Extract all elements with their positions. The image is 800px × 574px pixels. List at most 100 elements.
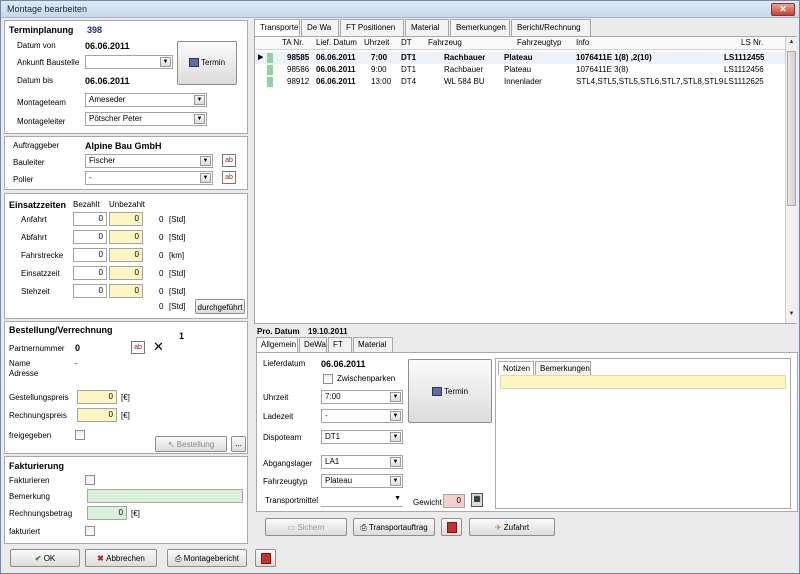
abbrechen-button[interactable]: ✖ Abbrechen: [85, 549, 157, 567]
gestellungspreis-label: Gestellungspreis: [9, 393, 69, 402]
detail-termin-button[interactable]: Termin: [408, 359, 492, 423]
zufahrt-button[interactable]: ✈ Zufahrt: [469, 518, 555, 536]
rechnungspreis-input[interactable]: 0: [77, 408, 117, 422]
clear-partner-icon[interactable]: ✕: [153, 339, 164, 355]
ok-button[interactable]: ✔ OK: [10, 549, 80, 567]
calendar-icon: [431, 387, 442, 397]
termin-button[interactable]: Termin: [177, 41, 237, 85]
transportmittel-dropdown[interactable]: ▼: [321, 493, 403, 507]
gestellungspreis-input[interactable]: 0: [77, 390, 117, 404]
bestellung-heading: Bestellung/Verrechnung: [9, 325, 113, 335]
unbezahlt-input[interactable]: 0: [109, 248, 143, 262]
tab-allgemein[interactable]: Allgemein: [256, 337, 298, 353]
fahrzeugtyp-label: Fahrzeugtyp: [263, 477, 308, 486]
polier-value: -: [89, 173, 92, 182]
unbezahlt-input[interactable]: 0: [109, 230, 143, 244]
durchgefuehrt-button[interactable]: durchgeführt: [195, 299, 245, 314]
cell-info: 1076411E 1(8) ,2(10): [576, 53, 652, 62]
fakturiert-checkbox[interactable]: [85, 526, 95, 536]
bezahlt-input[interactable]: 0: [73, 284, 107, 298]
edit-contact-icon[interactable]: ab: [222, 154, 236, 167]
adresse-label: Adresse: [9, 369, 39, 378]
bemerkung-input[interactable]: [87, 489, 243, 503]
einsatzzeiten-heading: Einsatzzeiten: [9, 200, 67, 210]
tab-ft-positionen[interactable]: FT Positionen: [340, 19, 404, 36]
unbezahlt-input[interactable]: 0: [109, 212, 143, 226]
scroll-up-icon[interactable]: ▲: [787, 39, 796, 49]
cell-ls: LS1112625: [724, 77, 764, 86]
dispoteam-dropdown[interactable]: DT1 ▼: [321, 430, 403, 444]
zwischenparken-checkbox[interactable]: [323, 374, 333, 384]
freigegeben-label: freigegeben: [9, 431, 52, 440]
polier-dropdown[interactable]: - ▼: [85, 171, 213, 185]
fahrzeugtyp-dropdown[interactable]: Plateau ▼: [321, 474, 403, 488]
uhrzeit-dropdown[interactable]: 7:00 ▼: [321, 390, 403, 404]
cell-info: STL4,STL5,STL5,STL6,STL7,STL8,STL9: [576, 77, 724, 86]
calculator-icon[interactable]: ▦: [471, 493, 483, 507]
ladezeit-dropdown[interactable]: - ▼: [321, 409, 403, 423]
scroll-down-icon[interactable]: ▼: [787, 311, 796, 321]
ankunft-dropdown[interactable]: ▼: [85, 55, 173, 69]
ankunft-label: Ankunft Baustelle: [17, 58, 80, 67]
einsatz-sum-total: 0: [159, 302, 164, 311]
tab-notes-bemerkungen[interactable]: Bemerkungen: [535, 361, 591, 375]
bezahlt-input[interactable]: 0: [73, 230, 107, 244]
bestellung-button[interactable]: ↖ Bestellung: [155, 436, 227, 452]
edit-contact-icon[interactable]: ab: [222, 171, 236, 184]
freigegeben-checkbox[interactable]: [75, 430, 85, 440]
gewicht-input[interactable]: 0: [443, 494, 465, 508]
montageleiter-dropdown[interactable]: Pötscher Peter ▼: [85, 112, 207, 126]
einsatz-row-total: 0: [159, 287, 164, 296]
tab-transporte[interactable]: Transporte: [254, 19, 300, 37]
table-row[interactable]: 98912 06.06.2011 13:00 DT4 WL 584 BU Innenlad…: [255, 76, 785, 88]
scroll-thumb[interactable]: [787, 51, 796, 206]
pro-datum-label: Pro. Datum: [257, 327, 300, 336]
table-row[interactable]: ▶ 98585 06.06.2011 7:00 DT1 Rachbauer Plateau 1…: [255, 52, 785, 64]
tab-detail-material[interactable]: Material: [353, 337, 393, 352]
bauleiter-dropdown[interactable]: Fischer ▼: [85, 154, 213, 168]
tab-bericht-rechnung[interactable]: Bericht/Rechnung: [511, 19, 591, 36]
edit-partner-icon[interactable]: ab: [131, 341, 145, 354]
chevron-down-icon: ▼: [390, 392, 401, 402]
rechnungsbetrag-input[interactable]: 0: [87, 506, 127, 520]
pdf-icon: [446, 522, 457, 533]
bezahlt-input[interactable]: 0: [73, 248, 107, 262]
transportmittel-label: Transportmittel: [265, 496, 319, 505]
notizen-textarea[interactable]: [500, 375, 786, 389]
montagebericht-label: Montagebericht: [183, 554, 239, 563]
bestellung-count: 1: [179, 331, 185, 341]
table-scrollbar[interactable]: ▲ ▼: [785, 37, 797, 323]
chevron-down-icon: ▼: [194, 114, 205, 124]
cell-fahrzeug: Rachbauer: [444, 53, 486, 62]
cell-info: 1076411E 3(8): [576, 65, 629, 74]
terminplanung-heading: Terminplanung: [9, 25, 74, 35]
abgangslager-dropdown[interactable]: LA1 ▼: [321, 455, 403, 469]
pdf-icon: [260, 553, 271, 564]
fakturieren-checkbox[interactable]: [85, 475, 95, 485]
bestellung-more-button[interactable]: ...: [231, 436, 246, 452]
montageteam-dropdown[interactable]: Ameseder ▼: [85, 93, 207, 107]
tab-ft[interactable]: FT: [328, 337, 352, 352]
dispoteam-value: DT1: [325, 432, 341, 441]
unbezahlt-input[interactable]: 0: [109, 266, 143, 280]
unbezahlt-input[interactable]: 0: [109, 284, 143, 298]
sichern-button[interactable]: ▭ Sichern: [265, 518, 347, 536]
tab-dewa[interactable]: DeWa: [299, 337, 327, 352]
table-row[interactable]: 98586 06.06.2011 9:00 DT1 Rachbauer Plateau 10…: [255, 64, 785, 76]
tab-material[interactable]: Material: [405, 19, 449, 36]
pdf-button[interactable]: [441, 518, 462, 536]
bezahlt-header: Bezahlt: [73, 200, 100, 209]
einsatz-row-unit: [Std]: [169, 233, 186, 242]
montagebericht-button[interactable]: ⎙ Montagebericht: [167, 549, 247, 567]
tab-notizen[interactable]: Notizen: [498, 361, 534, 375]
bezahlt-input[interactable]: 0: [73, 266, 107, 280]
transportauftrag-button[interactable]: ⎙ Transportauftrag: [353, 518, 435, 536]
detail-termin-label: Termin: [444, 387, 469, 396]
footer-pdf-button[interactable]: [255, 549, 276, 567]
bezahlt-input[interactable]: 0: [73, 212, 107, 226]
tab-bemerkungen[interactable]: Bemerkungen: [450, 19, 510, 36]
close-window-button[interactable]: ✕: [771, 3, 795, 16]
terminplanung-panel: Terminplanung 398 Datum von 06.06.2011 A…: [4, 20, 248, 134]
einsatz-row-total: 0: [159, 215, 164, 224]
tab-de-wa[interactable]: De Wa: [301, 19, 339, 36]
